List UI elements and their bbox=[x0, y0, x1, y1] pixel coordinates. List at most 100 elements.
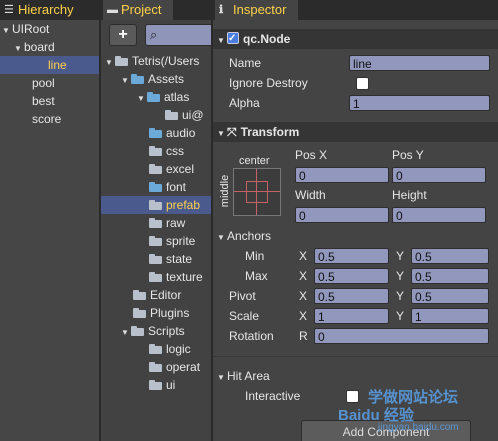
posy-input[interactable]: 0 bbox=[392, 167, 486, 183]
hierarchy-panel: ☰ Hierarchy ▼ UIRoot ▼ board line pool bes… bbox=[0, 0, 99, 441]
scale-x-input[interactable]: 1 bbox=[314, 308, 389, 324]
tree-item-excel[interactable]: excel bbox=[101, 160, 211, 178]
tree-item-sprite[interactable]: sprite bbox=[101, 232, 211, 250]
anchor-middle-label: middle bbox=[219, 174, 232, 208]
anchor-preset-button[interactable] bbox=[233, 168, 281, 216]
folder-icon bbox=[131, 74, 145, 84]
inspector-tabbar: ℹ Inspector bbox=[213, 0, 498, 20]
tree-item-operation[interactable]: operat bbox=[101, 358, 211, 376]
add-asset-button[interactable]: + bbox=[109, 24, 137, 46]
pivot-y-input[interactable]: 0.5 bbox=[411, 288, 489, 304]
folder-icon bbox=[149, 272, 163, 282]
folder-icon bbox=[131, 326, 145, 336]
folder-icon: ▬ bbox=[107, 4, 118, 16]
anchors-foldout[interactable]: ▼ Anchors bbox=[217, 227, 271, 245]
node-enabled-checkbox[interactable] bbox=[227, 29, 239, 49]
max-x-input[interactable]: 0.5 bbox=[314, 268, 389, 284]
alpha-input[interactable]: 1 bbox=[349, 95, 490, 111]
min-x-input[interactable]: 0.5 bbox=[314, 248, 389, 264]
tree-item-audio[interactable]: audio bbox=[101, 124, 211, 142]
folder-icon bbox=[149, 164, 163, 174]
width-input[interactable]: 0 bbox=[295, 207, 389, 223]
min-y-input[interactable]: 0.5 bbox=[411, 248, 489, 264]
rotation-input[interactable]: 0 bbox=[314, 328, 489, 344]
section-divider bbox=[213, 356, 498, 357]
folder-icon bbox=[149, 200, 163, 210]
tree-item-raw[interactable]: raw bbox=[101, 214, 211, 232]
pivot-y-label: Y bbox=[396, 289, 405, 303]
tree-item-board[interactable]: ▼ board bbox=[0, 38, 99, 56]
folder-icon bbox=[133, 290, 147, 300]
scale-y-input[interactable]: 1 bbox=[411, 308, 489, 324]
folder-icon bbox=[165, 110, 179, 120]
node-section-header[interactable]: ▼qc.Node bbox=[213, 29, 498, 49]
max-y-input[interactable]: 0.5 bbox=[411, 268, 489, 284]
tree-item-ui-atlas[interactable]: ui@ bbox=[101, 106, 211, 124]
watermark-url: jingyan.baidu.com bbox=[378, 422, 459, 433]
tab-hierarchy[interactable]: ☰ Hierarchy bbox=[0, 0, 86, 20]
folder-icon bbox=[149, 182, 163, 192]
collapse-triangle-icon[interactable]: ▼ bbox=[217, 229, 227, 247]
tree-item-font[interactable]: font bbox=[101, 178, 211, 196]
tree-item-line[interactable]: line bbox=[0, 56, 99, 74]
hierarchy-tabbar: ☰ Hierarchy bbox=[0, 0, 99, 20]
tree-item-editor[interactable]: Editor bbox=[101, 286, 211, 304]
posx-input[interactable]: 0 bbox=[295, 167, 389, 183]
tree-item-prefab[interactable]: prefab bbox=[101, 196, 211, 214]
tree-item-score[interactable]: score bbox=[0, 110, 99, 128]
collapse-triangle-icon[interactable]: ▼ bbox=[217, 369, 227, 387]
hitarea-foldout[interactable]: ▼ Hit Area bbox=[217, 367, 270, 385]
name-input[interactable]: line bbox=[349, 55, 490, 71]
folder-icon bbox=[149, 362, 163, 372]
tree-item-uiroot[interactable]: ▼ UIRoot bbox=[0, 20, 99, 38]
ignore-destroy-checkbox[interactable] bbox=[356, 77, 369, 90]
height-label: Height bbox=[392, 188, 427, 202]
anchor-rect bbox=[246, 181, 268, 203]
tree-item-best[interactable]: best bbox=[0, 92, 99, 110]
posx-label: Pos X bbox=[295, 148, 328, 162]
transform-icon: ⤧ bbox=[227, 125, 237, 139]
tree-item-ui[interactable]: ui bbox=[101, 376, 211, 394]
tree-item-atlas[interactable]: ▼ atlas bbox=[101, 88, 211, 106]
list-icon: ☰ bbox=[4, 4, 14, 16]
max-x-label: X bbox=[299, 269, 308, 283]
tree-item-plugins[interactable]: Plugins bbox=[101, 304, 211, 322]
name-label: Name bbox=[229, 56, 262, 70]
tree-item-logic[interactable]: logic bbox=[101, 340, 211, 358]
min-x-label: X bbox=[299, 249, 308, 263]
folder-icon bbox=[149, 236, 163, 246]
tree-item-texture[interactable]: texture bbox=[101, 268, 211, 286]
height-input[interactable]: 0 bbox=[392, 207, 486, 223]
transform-section-header[interactable]: ▼ ⤧ Transform bbox=[213, 122, 498, 142]
tree-item-scripts[interactable]: ▼ Scripts bbox=[101, 322, 211, 340]
info-icon: ℹ bbox=[219, 4, 224, 16]
tree-item-pool[interactable]: pool bbox=[0, 74, 99, 92]
tree-item-state[interactable]: state bbox=[101, 250, 211, 268]
search-input[interactable]: ⌕ bbox=[145, 24, 211, 46]
interactive-checkbox[interactable] bbox=[346, 390, 359, 403]
min-y-label: Y bbox=[396, 249, 405, 263]
project-tabbar: ▬ Project bbox=[101, 0, 211, 20]
max-label: Max bbox=[245, 269, 268, 283]
tree-item-css[interactable]: css bbox=[101, 142, 211, 160]
scale-y-label: Y bbox=[396, 309, 405, 323]
search-icon: ⌕ bbox=[150, 27, 158, 42]
tree-item-assets[interactable]: ▼ Assets bbox=[101, 70, 211, 88]
collapse-triangle-icon[interactable]: ▼ bbox=[217, 124, 227, 144]
inspector-panel: ℹ Inspector ▼qc.Node Name line Ignore De… bbox=[213, 0, 498, 441]
tab-inspector[interactable]: ℹ Inspector bbox=[215, 0, 299, 20]
collapse-triangle-icon[interactable]: ▼ bbox=[217, 31, 227, 51]
alpha-label: Alpha bbox=[229, 96, 260, 110]
tree-item-project-root[interactable]: ▼ Tetris(/Users bbox=[101, 52, 211, 70]
folder-icon bbox=[149, 344, 163, 354]
pivot-x-input[interactable]: 0.5 bbox=[314, 288, 389, 304]
max-y-label: Y bbox=[396, 269, 405, 283]
scale-x-label: X bbox=[299, 309, 308, 323]
posy-label: Pos Y bbox=[392, 148, 424, 162]
folder-icon bbox=[147, 92, 161, 102]
folder-icon bbox=[149, 254, 163, 264]
ignore-destroy-label: Ignore Destroy bbox=[229, 76, 308, 90]
tab-project[interactable]: ▬ Project bbox=[103, 0, 174, 20]
rotation-r-label: R bbox=[299, 329, 308, 343]
width-label: Width bbox=[295, 188, 326, 202]
